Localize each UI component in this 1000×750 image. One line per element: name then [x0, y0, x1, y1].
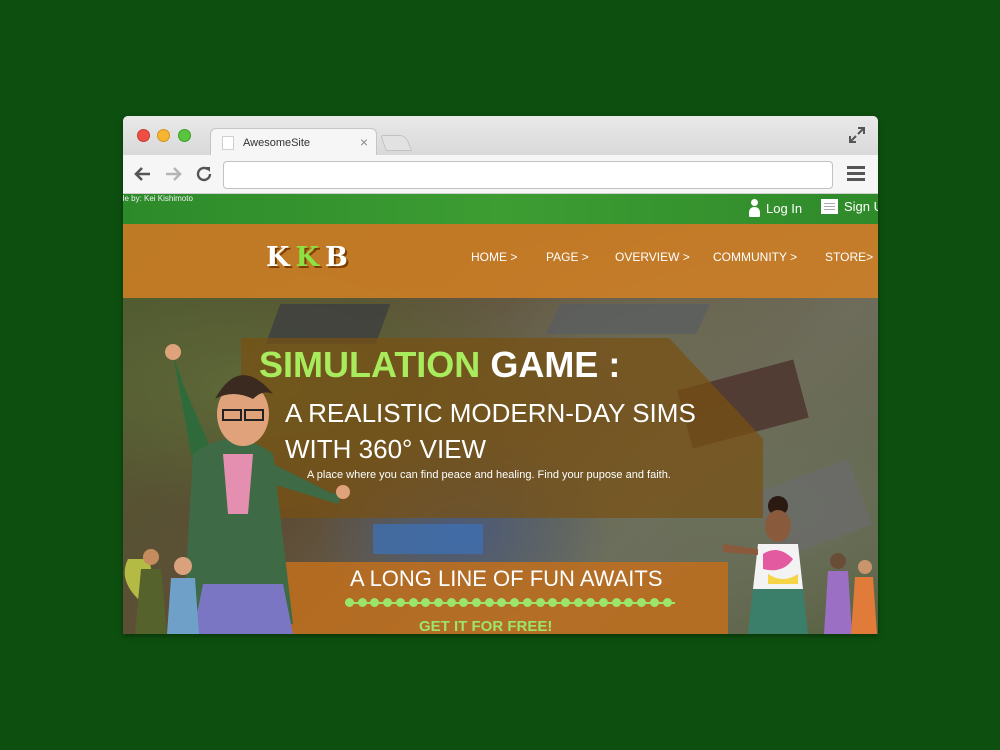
divider-dot	[433, 598, 443, 607]
divider-dot	[586, 598, 596, 607]
divider-dot	[535, 598, 545, 607]
document-icon	[821, 199, 838, 214]
page-icon	[222, 136, 234, 150]
tab-title: AwesomeSite	[243, 137, 311, 149]
signup-label: Sign Up	[844, 199, 878, 214]
divider-dot	[497, 598, 507, 607]
divider-dot	[395, 598, 405, 607]
divider-dot	[459, 598, 469, 607]
divider-dot	[548, 598, 558, 607]
hero-subtitle: A REALISTIC MODERN-DAY SIMS WITH 360° VI…	[285, 395, 755, 467]
person-icon	[748, 199, 760, 217]
forward-arrow-icon[interactable]	[163, 164, 183, 184]
hero-subtitle-line-2: WITH 360° VIEW	[285, 434, 487, 464]
child-character	[167, 557, 199, 634]
divider-dot	[370, 598, 380, 607]
back-arrow-icon[interactable]	[133, 164, 153, 184]
browser-toolbar	[123, 155, 878, 194]
divider-dot	[611, 598, 621, 607]
divider-dot	[649, 598, 659, 607]
divider-dot	[662, 598, 672, 607]
divider-dot	[522, 598, 532, 607]
background-characters	[824, 553, 877, 634]
credit-text: de by: Kei Kishimoto	[123, 194, 193, 203]
hero-subtitle-line-1: A REALISTIC MODERN-DAY SIMS	[285, 398, 696, 428]
cta-tagline: A LONG LINE OF FUN AWAITS	[350, 566, 663, 591]
browser-window: AwesomeSite × de by: Kei Kishimoto Log I…	[123, 116, 878, 634]
dotted-divider	[345, 598, 675, 608]
site-logo[interactable]: KKB	[266, 242, 354, 273]
login-link[interactable]: Log In	[748, 199, 802, 217]
address-bar[interactable]	[223, 161, 833, 189]
expand-icon[interactable]	[848, 126, 866, 144]
divider-dot	[446, 598, 456, 607]
divider-dot	[357, 598, 367, 607]
browser-titlebar: AwesomeSite ×	[123, 116, 878, 156]
close-window-button[interactable]	[137, 129, 150, 142]
tab-close-icon[interactable]: ×	[360, 134, 368, 150]
zoom-window-button[interactable]	[178, 129, 191, 142]
divider-dot	[624, 598, 634, 607]
page-viewport: de by: Kei Kishimoto Log In Sign Up KKB …	[123, 194, 878, 634]
divider-dot	[560, 598, 570, 607]
get-it-free-button[interactable]: GET IT FOR FREE!	[419, 618, 552, 634]
menu-icon[interactable]	[847, 166, 865, 182]
divider-dot	[484, 598, 494, 607]
nav-community[interactable]: COMMUNITY >	[713, 250, 797, 264]
divider-dot	[408, 598, 418, 607]
nav-home[interactable]: HOME >	[471, 250, 517, 264]
divider-dot	[637, 598, 647, 607]
site-topbar: de by: Kei Kishimoto Log In Sign Up	[123, 194, 878, 224]
divider-dot	[421, 598, 431, 607]
divider-dot	[383, 598, 393, 607]
nav-overview[interactable]: OVERVIEW >	[615, 250, 690, 264]
divider-dot	[599, 598, 608, 607]
new-tab-button[interactable]	[380, 135, 412, 151]
hero-description: A place where you can find peace and hea…	[307, 469, 671, 481]
login-label: Log In	[766, 200, 803, 216]
signup-link[interactable]: Sign Up	[821, 199, 878, 214]
minimize-window-button[interactable]	[157, 129, 170, 142]
divider-dot	[472, 598, 481, 607]
reload-icon[interactable]	[194, 164, 214, 184]
divider-dot	[573, 598, 583, 607]
browser-tab[interactable]: AwesomeSite ×	[210, 128, 377, 156]
nav-store[interactable]: STORE>	[825, 250, 873, 264]
nav-page[interactable]: PAGE >	[546, 250, 589, 264]
divider-dot	[510, 598, 520, 607]
